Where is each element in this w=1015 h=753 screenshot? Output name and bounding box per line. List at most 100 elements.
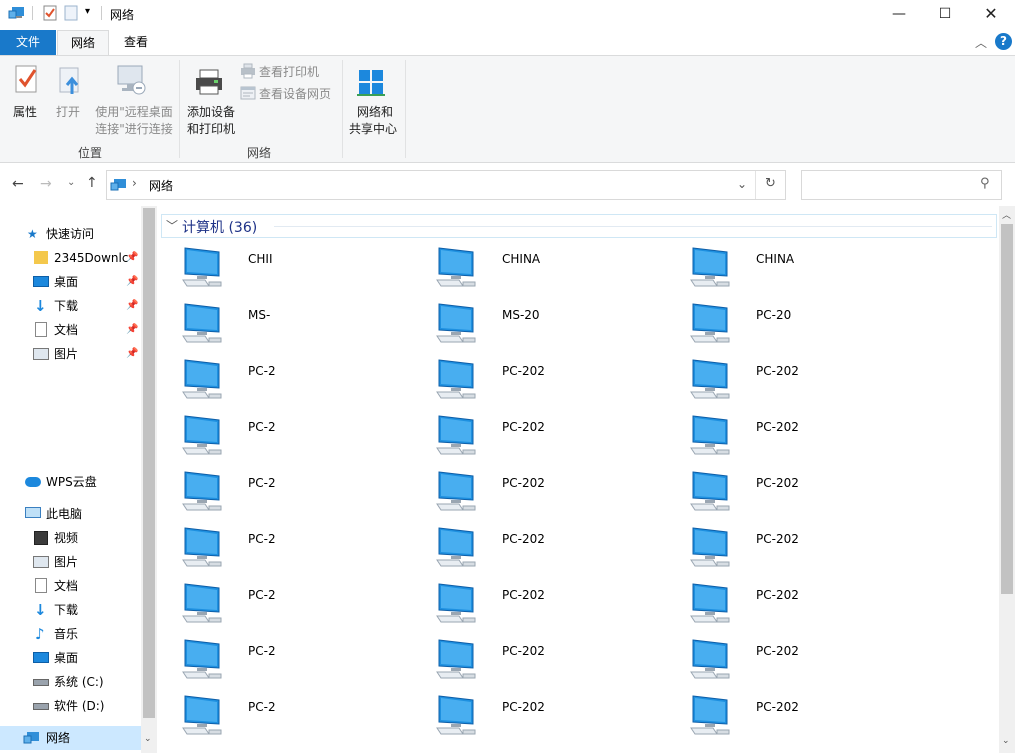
sidebar-item-pc-desktop[interactable]: 桌面 xyxy=(0,646,141,670)
content-scrollbar[interactable]: ︿ ⌄ xyxy=(999,206,1015,753)
computer-item[interactable]: PC-2 xyxy=(177,468,417,520)
sidebar-item-label: 系统 (C:) xyxy=(54,675,104,689)
address-bar[interactable]: › 网络 ⌄ ↻ xyxy=(106,170,786,200)
properties-icon xyxy=(14,64,40,97)
computer-item[interactable]: PC-2 xyxy=(177,356,417,408)
scroll-down-icon[interactable]: ⌄ xyxy=(1002,736,1010,746)
computer-item[interactable]: PC-202 xyxy=(685,356,925,408)
computer-item[interactable]: PC-2 xyxy=(177,692,417,744)
sidebar-item-quick-access[interactable]: ★ 快速访问 xyxy=(0,222,141,246)
computer-item[interactable]: PC-2 xyxy=(177,412,417,464)
scroll-down-icon[interactable]: ⌄ xyxy=(144,734,152,744)
computer-item[interactable]: CHINA xyxy=(685,244,925,296)
computer-name: PC-202 xyxy=(756,364,799,378)
address-dropdown-icon[interactable]: ⌄ xyxy=(737,177,747,191)
document-icon xyxy=(35,578,47,593)
sidebar-item-downloads[interactable]: ↓ 下载 📌 xyxy=(0,294,141,318)
scroll-up-icon[interactable]: ︿ xyxy=(1002,208,1011,221)
computer-item[interactable]: PC-202 xyxy=(431,524,671,576)
address-path[interactable]: 网络 xyxy=(149,177,173,194)
computer-item[interactable]: PC-2 xyxy=(177,636,417,688)
open-button[interactable]: 打开 xyxy=(52,62,88,122)
help-icon[interactable]: ? xyxy=(995,33,1012,50)
sidebar-item-pc-documents[interactable]: 文档 xyxy=(0,574,141,598)
minimize-button[interactable]: — xyxy=(876,0,922,28)
network-app-icon xyxy=(8,5,26,24)
address-separator: › xyxy=(132,176,137,190)
computer-item[interactable]: PC-202 xyxy=(685,524,925,576)
view-device-webpage-button[interactable]: 查看设备网页 xyxy=(240,84,336,102)
computer-item[interactable]: PC-202 xyxy=(431,636,671,688)
group-header-computers[interactable]: ﹀ 计算机 (36) xyxy=(161,214,997,238)
sidebar-item-documents[interactable]: 文档 📌 xyxy=(0,318,141,342)
back-icon[interactable]: ← xyxy=(12,176,24,192)
customize-quick-access-icon[interactable]: ▾ xyxy=(85,6,90,17)
computer-item[interactable]: PC-202 xyxy=(685,692,925,744)
forward-icon[interactable]: → xyxy=(40,176,52,192)
sidebar-item-wps-cloud[interactable]: WPS云盘 xyxy=(0,470,141,494)
computer-item[interactable]: MS-20 xyxy=(431,300,671,352)
recent-locations-icon[interactable]: ⌄ xyxy=(67,177,75,188)
sidebar-item-pc-pictures[interactable]: 图片 xyxy=(0,550,141,574)
up-icon[interactable]: ↑ xyxy=(86,175,98,191)
add-device-button[interactable]: 添加设备 和打印机 xyxy=(183,62,237,136)
sidebar-item-network[interactable]: 网络 xyxy=(0,726,141,750)
computer-item[interactable]: PC-202 xyxy=(685,468,925,520)
remote-desktop-button[interactable]: 使用"远程桌面 连接"进行连接 xyxy=(90,62,176,136)
sidebar-item-drive-c[interactable]: 系统 (C:) xyxy=(0,670,141,694)
tab-view[interactable]: 查看 xyxy=(110,30,162,55)
close-button[interactable]: ✕ xyxy=(968,0,1014,28)
computer-item[interactable]: PC-202 xyxy=(431,412,671,464)
search-input[interactable]: ⚲ xyxy=(801,170,1002,200)
network-sharing-center-button[interactable]: 网络和 共享中心 xyxy=(346,62,400,136)
sidebar-item-this-pc[interactable]: 此电脑 xyxy=(0,502,141,526)
computer-name: PC-2 xyxy=(248,420,276,434)
computer-name: PC-20 xyxy=(756,308,792,322)
sidebar-scrollbar-thumb[interactable] xyxy=(143,208,155,718)
computer-item[interactable]: PC-202 xyxy=(431,692,671,744)
sidebar-item-videos[interactable]: 视频 xyxy=(0,526,141,550)
computer-item[interactable]: PC-2 xyxy=(177,524,417,576)
collapse-ribbon-icon[interactable]: ︿ xyxy=(975,34,987,51)
sidebar-item-pc-downloads[interactable]: ↓ 下载 xyxy=(0,598,141,622)
sidebar-item-pictures[interactable]: 图片 📌 xyxy=(0,342,141,366)
computer-item[interactable]: PC-202 xyxy=(685,636,925,688)
add-device-label-1: 添加设备 xyxy=(186,105,235,119)
music-icon: ♪ xyxy=(35,625,45,643)
content-scrollbar-thumb[interactable] xyxy=(1001,224,1013,594)
properties-quick-icon[interactable] xyxy=(42,5,58,24)
computer-monitor-icon xyxy=(433,302,479,349)
computer-item[interactable]: PC-202 xyxy=(431,468,671,520)
computer-name: PC-202 xyxy=(502,364,545,378)
computer-item[interactable]: PC-202 xyxy=(431,580,671,632)
computer-monitor-icon xyxy=(179,694,225,741)
sidebar-scrollbar[interactable]: ⌄ xyxy=(141,206,157,753)
computer-item[interactable]: PC-202 xyxy=(431,356,671,408)
refresh-icon[interactable]: ↻ xyxy=(765,176,776,191)
maximize-button[interactable]: ☐ xyxy=(922,0,968,28)
computer-item[interactable]: MS- xyxy=(177,300,417,352)
cloud-icon xyxy=(25,477,41,487)
tab-file[interactable]: 文件 xyxy=(0,30,56,55)
computer-item[interactable]: PC-202 xyxy=(685,580,925,632)
computer-item[interactable]: PC-20 xyxy=(685,300,925,352)
tab-network[interactable]: 网络 xyxy=(57,30,109,55)
computer-item[interactable]: CHINA xyxy=(431,244,671,296)
computer-monitor-icon xyxy=(179,470,225,517)
sidebar-item-drive-d[interactable]: 软件 (D:) xyxy=(0,694,141,718)
computer-item[interactable]: PC-2 xyxy=(177,580,417,632)
computer-item[interactable]: PC-202 xyxy=(685,412,925,464)
view-printers-button[interactable]: 查看打印机 xyxy=(240,62,330,80)
sidebar-item-music[interactable]: ♪ 音乐 xyxy=(0,622,141,646)
group-divider xyxy=(179,60,180,158)
sidebar-item-desktop[interactable]: 桌面 📌 xyxy=(0,270,141,294)
computer-name: PC-202 xyxy=(756,700,799,714)
new-folder-quick-icon[interactable] xyxy=(64,5,78,24)
computer-monitor-icon xyxy=(687,470,733,517)
properties-button[interactable]: 属性 xyxy=(6,62,48,122)
computer-monitor-icon xyxy=(179,582,225,629)
sidebar-item-label: 网络 xyxy=(46,731,71,745)
pin-icon: 📌 xyxy=(126,324,139,335)
sidebar-item-2345downloads[interactable]: 2345Downlc 📌 xyxy=(0,246,141,270)
computer-item[interactable]: CHII xyxy=(177,244,417,296)
